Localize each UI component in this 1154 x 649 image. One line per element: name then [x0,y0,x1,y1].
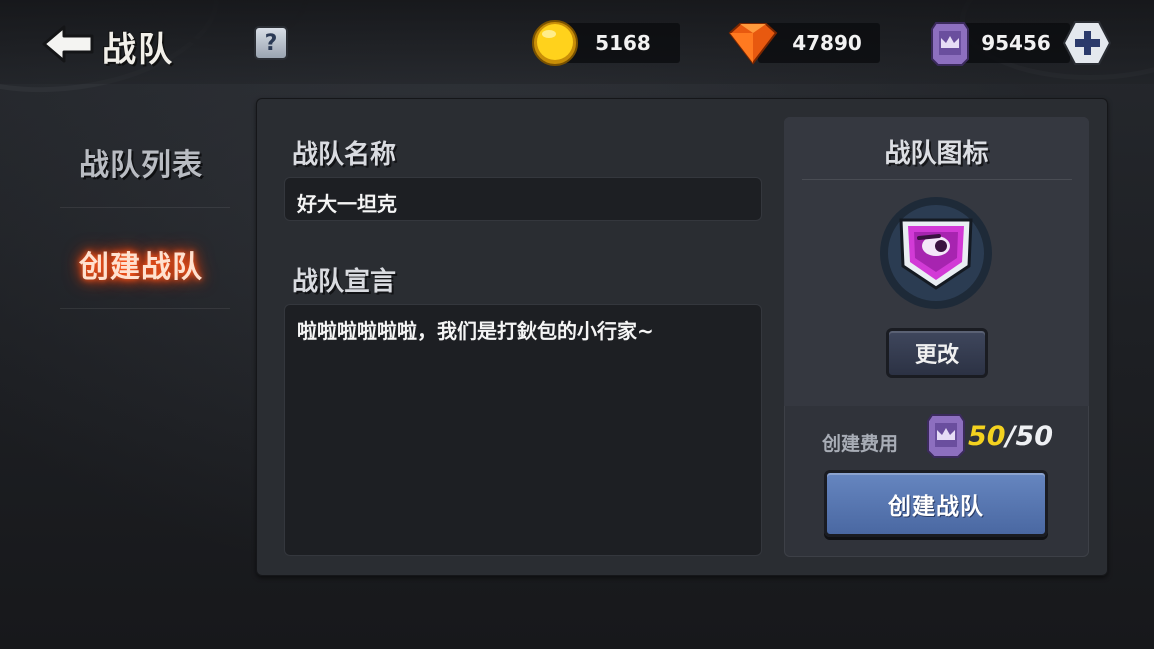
gem-amount: 47890 [792,31,862,55]
page-title: 战队 [102,30,174,70]
crown-token-amount: 95456 [981,31,1051,55]
cost-required: 50 [1015,421,1054,452]
team-declaration-input[interactable]: 啦啦啦啦啦啦，我们是打鈥包的小行家~ [284,304,762,556]
back-button[interactable] [38,22,98,66]
crown-token-icon [927,414,965,458]
crown-token-icon [931,22,969,66]
nav-divider [60,207,230,208]
currency-gold: 5168 [530,20,680,66]
sidebar-item-team-list[interactable]: 战队列表 [56,140,226,184]
question-icon: ? [264,30,278,56]
cost-current: 50 [968,421,1006,452]
back-arrow-icon [42,25,94,63]
cost-label: 创建费用 [822,433,899,455]
sidebar-item-create-team[interactable]: 创建战队 [56,242,226,286]
currency-gem: 47890 [726,23,880,65]
team-screen: 战队 ? 5168 47890 95456 战队列表 创建战队 战队名称 好大一… [0,0,1154,649]
team-emblem-icon[interactable] [879,196,993,310]
change-icon-button[interactable]: 更改 [886,328,988,378]
team-icon-title: 战队图标 [884,139,989,169]
gold-amount: 5168 [595,31,651,55]
create-team-button[interactable]: 创建战队 [824,470,1048,537]
cost-value: 50/50 [968,421,1053,452]
plus-icon [1062,21,1112,65]
title-divider [802,179,1072,180]
nav-divider [60,308,230,309]
team-name-input[interactable]: 好大一坦克 [284,177,762,221]
add-currency-button[interactable] [1062,20,1112,66]
cost-separator: / [1005,421,1016,452]
help-button[interactable]: ? [254,26,288,60]
team-declaration-label: 战队宣言 [292,267,397,297]
gem-icon [728,23,778,65]
currency-crown-token: 95456 [930,22,1070,66]
gold-coin-icon [532,20,578,66]
team-name-label: 战队名称 [292,140,397,170]
team-icon-panel: 战队图标 更改 创建费用 50/50 创建战队 [784,117,1089,557]
